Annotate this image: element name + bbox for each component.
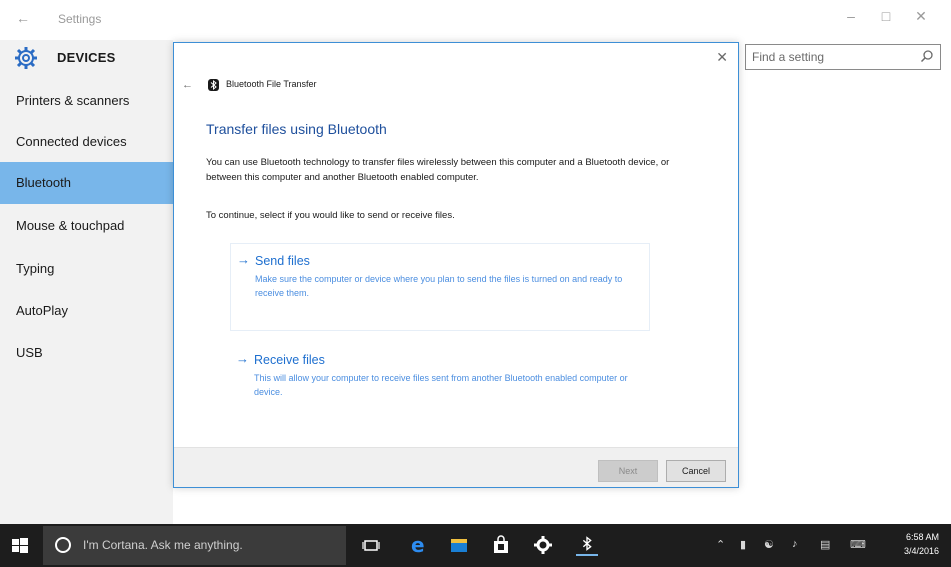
- bluetooth-taskbar-icon[interactable]: [576, 534, 598, 556]
- gear-icon: [15, 47, 37, 69]
- svg-text:e: e: [411, 534, 425, 556]
- sidebar-item-usb[interactable]: USB: [0, 332, 173, 374]
- sidebar-item-bluetooth[interactable]: Bluetooth: [0, 162, 173, 204]
- file-explorer-icon[interactable]: [448, 534, 470, 556]
- action-center-icon[interactable]: ▤: [820, 538, 830, 551]
- cancel-button[interactable]: Cancel: [666, 460, 726, 482]
- minimize-icon[interactable]: –: [836, 8, 866, 24]
- send-files-option[interactable]: → Send files Make sure the computer or d…: [230, 243, 650, 331]
- search-icon[interactable]: [920, 49, 934, 63]
- sidebar-item-typing[interactable]: Typing: [0, 248, 173, 290]
- bluetooth-icon: [208, 79, 219, 91]
- network-icon[interactable]: ☯: [764, 538, 774, 551]
- next-button[interactable]: Next: [598, 460, 658, 482]
- sidebar-item-mouse-touchpad[interactable]: Mouse & touchpad: [0, 205, 173, 247]
- volume-icon[interactable]: ♪: [792, 538, 798, 550]
- send-files-description: Make sure the computer or device where y…: [255, 274, 623, 298]
- arrow-right-icon: →: [237, 252, 250, 267]
- store-icon[interactable]: [490, 534, 512, 556]
- settings-titlebar: ← Settings – □ ✕: [0, 0, 951, 40]
- arrow-right-icon: →: [236, 351, 249, 366]
- back-arrow-icon[interactable]: ←: [16, 10, 30, 26]
- sidebar-item-autoplay[interactable]: AutoPlay: [0, 290, 173, 332]
- sidebar: DEVICES Printers & scanners Connected de…: [0, 40, 173, 524]
- cortana-search-text: I'm Cortana. Ask me anything.: [83, 538, 243, 552]
- receive-files-option[interactable]: → Receive files This will allow your com…: [230, 343, 650, 431]
- dialog-back-arrow-icon[interactable]: ←: [182, 79, 193, 91]
- dialog-close-icon[interactable]: ✕: [716, 49, 728, 66]
- clock-date: 3/4/2016: [903, 546, 939, 556]
- send-files-title: Send files: [255, 254, 310, 268]
- search-input[interactable]: [752, 48, 912, 66]
- sidebar-section-title: DEVICES: [57, 50, 116, 65]
- dialog-footer: Next Cancel: [174, 447, 738, 487]
- dialog-prompt: To continue, select if you would like to…: [206, 210, 455, 221]
- restore-icon[interactable]: □: [871, 8, 901, 24]
- cortana-search-box[interactable]: I'm Cortana. Ask me anything.: [43, 526, 346, 565]
- battery-icon[interactable]: ▮: [740, 538, 746, 551]
- search-box[interactable]: [745, 44, 941, 70]
- receive-files-description: This will allow your computer to receive…: [254, 373, 628, 397]
- receive-files-title: Receive files: [254, 353, 325, 367]
- keyboard-icon[interactable]: ⌨: [850, 538, 866, 551]
- sidebar-item-printers-scanners[interactable]: Printers & scanners: [0, 80, 173, 122]
- show-hidden-icons-icon[interactable]: ⌃: [716, 538, 725, 551]
- sidebar-header: DEVICES: [0, 40, 173, 76]
- close-icon[interactable]: ✕: [906, 8, 936, 25]
- task-view-icon[interactable]: [360, 534, 382, 556]
- clock-time: 6:58 AM: [905, 532, 939, 542]
- clock[interactable]: 6:58 AM 3/4/2016: [904, 530, 939, 558]
- dialog-window-title: Bluetooth File Transfer: [226, 79, 317, 89]
- sidebar-item-connected-devices[interactable]: Connected devices: [0, 121, 173, 163]
- edge-browser-icon[interactable]: e: [408, 534, 430, 556]
- dialog-description: You can use Bluetooth technology to tran…: [206, 157, 670, 183]
- taskbar: I'm Cortana. Ask me anything. e ⌃ ▮ ☯ ♪ …: [0, 524, 951, 567]
- windows-start-icon[interactable]: [10, 536, 30, 556]
- bluetooth-transfer-dialog: ✕ ← Bluetooth File Transfer Transfer fil…: [173, 42, 739, 488]
- window-title: Settings: [58, 12, 102, 26]
- cortana-icon: [55, 537, 71, 553]
- dialog-heading: Transfer files using Bluetooth: [206, 121, 387, 137]
- settings-gear-icon[interactable]: [532, 534, 554, 556]
